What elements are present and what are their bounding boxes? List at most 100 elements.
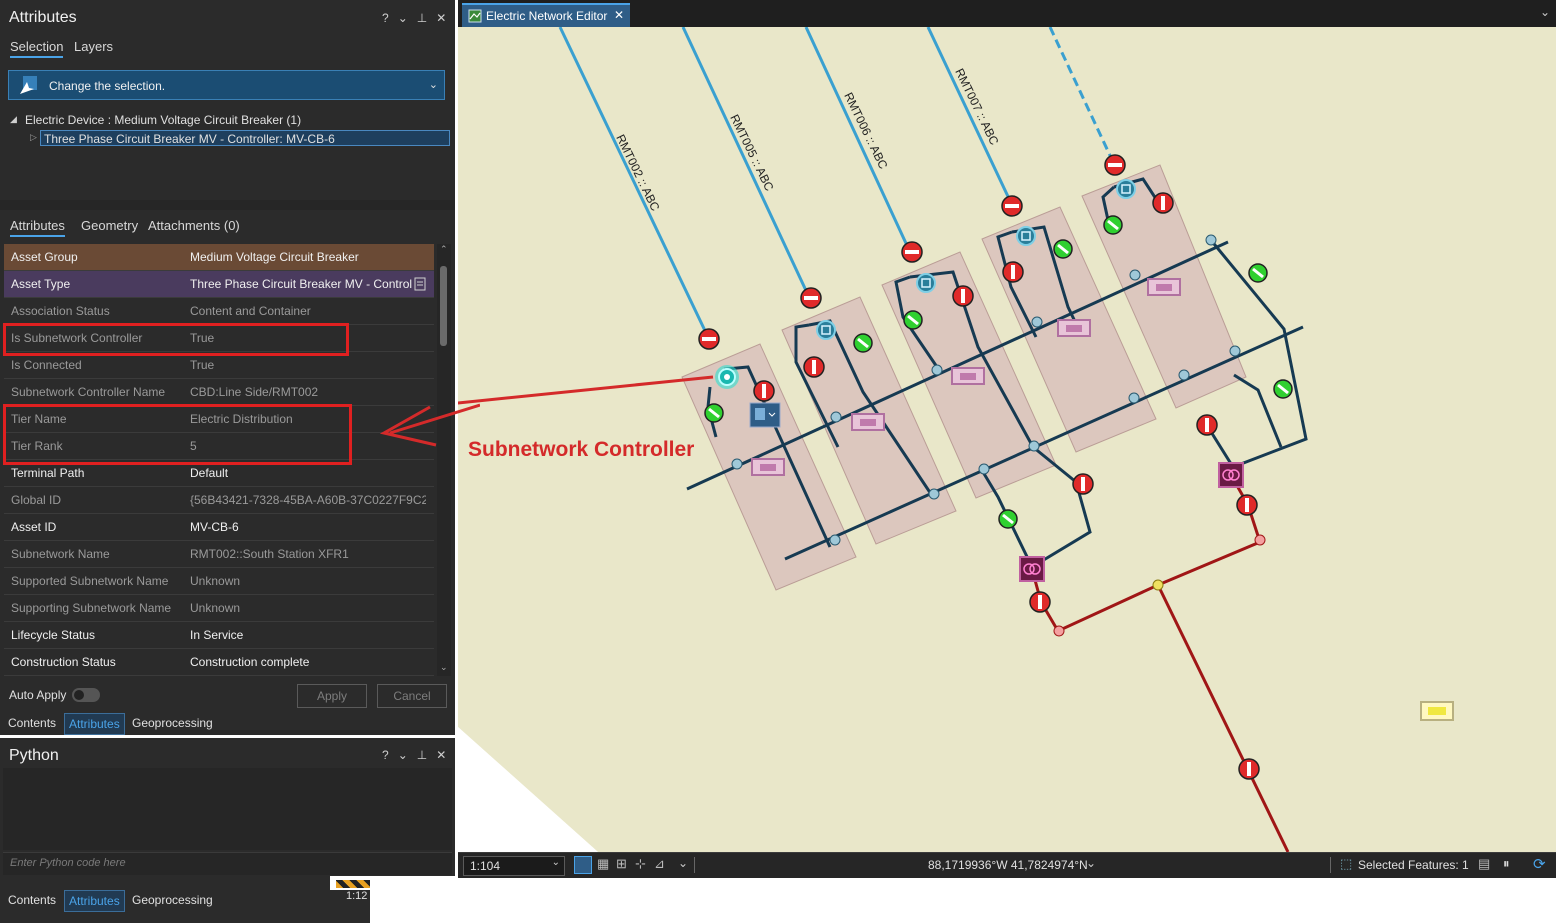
attribute-row-association-status[interactable]: Association Status Content and Container <box>4 298 434 325</box>
yellow-junction[interactable] <box>1152 579 1164 591</box>
apply-button[interactable]: Apply <box>297 684 367 708</box>
tab-geoprocessing[interactable]: Geoprocessing <box>128 713 217 733</box>
switch-closed-red[interactable] <box>1152 192 1174 214</box>
junction[interactable] <box>1028 440 1040 452</box>
close-tab-icon[interactable]: ✕ <box>614 8 624 22</box>
junction[interactable] <box>1129 269 1141 281</box>
correction-icon[interactable]: ⊿ <box>654 856 665 872</box>
field-value[interactable]: MV-CB-6 <box>190 514 426 540</box>
red-junction[interactable] <box>1254 534 1266 546</box>
breaker-open[interactable] <box>800 287 822 309</box>
subtype-edit-icon[interactable] <box>414 277 428 291</box>
breaker-open[interactable] <box>1104 154 1126 176</box>
attribute-row-asset-type[interactable]: Asset Type Three Phase Circuit Breaker M… <box>4 271 434 298</box>
junction[interactable] <box>1229 345 1241 357</box>
help-icon[interactable]: ? <box>382 11 389 25</box>
tab-selection[interactable]: Selection <box>10 39 64 58</box>
pause-icon[interactable]: ⏸ <box>1503 856 1510 872</box>
tab-geometry[interactable]: Geometry <box>81 218 138 233</box>
switch-closed-red[interactable] <box>1002 261 1024 283</box>
attribute-row-construction-status[interactable]: Construction Status Construction complet… <box>4 649 434 676</box>
map-canvas[interactable]: RMT002 :: ABC RMT005 :: ABC RMT006 :: AB… <box>458 27 1556 852</box>
breaker-open[interactable] <box>1001 195 1023 217</box>
switch-closed-red[interactable] <box>952 285 974 307</box>
tab-layers[interactable]: Layers <box>74 39 113 54</box>
switch-closed-red[interactable] <box>1196 414 1218 436</box>
field-value[interactable]: Medium Voltage Circuit Breaker <box>190 244 426 270</box>
auto-apply-toggle[interactable] <box>72 688 100 702</box>
chevron-down-icon[interactable]: ⌄ <box>398 11 408 25</box>
junction[interactable] <box>731 458 743 470</box>
attribute-row-subnetwork-name[interactable]: Subnetwork Name RMT002::South Station XF… <box>4 541 434 568</box>
switch-green[interactable] <box>1053 239 1073 259</box>
transformer[interactable] <box>1218 462 1244 488</box>
scrollbar-thumb[interactable] <box>440 266 447 346</box>
bay-device[interactable] <box>816 320 836 340</box>
tab-attributes[interactable]: Attributes <box>10 218 65 237</box>
selection-dropdown[interactable]: Change the selection. ⌄ <box>8 70 445 100</box>
junction[interactable] <box>978 463 990 475</box>
tab-contents[interactable]: Contents <box>4 713 60 733</box>
red-junction[interactable] <box>1053 625 1065 637</box>
attribute-row-asset-group[interactable]: Asset Group Medium Voltage Circuit Break… <box>4 244 434 271</box>
switch-closed-red[interactable] <box>753 380 775 402</box>
switch-closed-red[interactable] <box>1236 494 1258 516</box>
tab-attributes-bottom[interactable]: Attributes <box>64 890 125 912</box>
attribute-row-lifecycle-status[interactable]: Lifecycle Status In Service <box>4 622 434 649</box>
breaker-open[interactable] <box>901 241 923 263</box>
junction[interactable] <box>830 411 842 423</box>
attribute-row-supported-subnetwork-name[interactable]: Supported Subnetwork Name Unknown <box>4 568 434 595</box>
switch-green[interactable] <box>1248 263 1268 283</box>
tab-geoprocessing[interactable]: Geoprocessing <box>128 890 217 910</box>
transformer[interactable] <box>1019 556 1045 582</box>
map-tab[interactable]: Electric Network Editor ✕ <box>462 3 630 27</box>
junction[interactable] <box>829 534 841 546</box>
cancel-button[interactable]: Cancel <box>377 684 447 708</box>
tree-selected-item[interactable]: Three Phase Circuit Breaker MV - Control… <box>40 130 450 146</box>
field-value[interactable]: Construction complete <box>190 649 426 675</box>
scale-selector[interactable]: 1:104 ⌄ <box>463 856 565 876</box>
selected-controller[interactable] <box>715 365 739 389</box>
scroll-up-icon[interactable]: ⌃ <box>440 244 448 255</box>
attribute-row-global-id[interactable]: Global ID {56B43421-7328-45BA-A60B-37C02… <box>4 487 434 514</box>
yellow-marker[interactable] <box>1420 701 1454 721</box>
switch-closed-red[interactable] <box>1238 758 1260 780</box>
junction[interactable] <box>1031 316 1043 328</box>
switch-green[interactable] <box>704 403 724 423</box>
snap-icon[interactable]: ⊞ <box>616 856 627 872</box>
attribute-row-supporting-subnetwork-name[interactable]: Supporting Subnetwork Name Unknown <box>4 595 434 622</box>
selected-features-count[interactable]: Selected Features: 1 <box>1358 858 1469 872</box>
switch-green[interactable] <box>1273 379 1293 399</box>
switch-closed-red[interactable] <box>1072 473 1094 495</box>
switch-closed-red[interactable] <box>803 356 825 378</box>
help-icon[interactable]: ? <box>382 748 389 762</box>
field-value[interactable]: In Service <box>190 622 426 648</box>
switch-green[interactable] <box>998 509 1018 529</box>
chevron-down-icon[interactable]: ⌄ <box>678 856 688 870</box>
pin-icon[interactable]: ⊥ <box>417 11 427 25</box>
tab-attachments[interactable]: Attachments (0) <box>148 218 240 233</box>
switch-green[interactable] <box>903 310 923 330</box>
grid-toggle-icon[interactable] <box>574 856 592 874</box>
chevron-down-icon[interactable]: ⌄ <box>1540 5 1550 19</box>
refresh-icon[interactable]: ⟳ <box>1533 855 1546 873</box>
field-value[interactable]: Three Phase Circuit Breaker MV - Control… <box>190 271 412 297</box>
tree-collapse-icon[interactable]: ▷ <box>30 132 37 143</box>
bay-device[interactable] <box>1016 226 1036 246</box>
selection-chip[interactable] <box>749 402 781 428</box>
pin-icon[interactable]: ⊥ <box>417 748 427 762</box>
panel-splitter[interactable] <box>0 200 455 210</box>
grid-icon[interactable]: ▦ <box>597 856 609 872</box>
bay-device[interactable] <box>1116 179 1136 199</box>
table-icon[interactable]: ▤ <box>1478 856 1490 872</box>
junction[interactable] <box>931 364 943 376</box>
chevron-down-icon[interactable]: ⌄ <box>398 748 408 762</box>
switch-closed-red[interactable] <box>1029 591 1051 613</box>
scroll-down-icon[interactable]: ⌄ <box>440 662 448 673</box>
switch-green[interactable] <box>1103 215 1123 235</box>
tab-attributes-bottom[interactable]: Attributes <box>64 713 125 735</box>
bay-device[interactable] <box>916 273 936 293</box>
tree-group-label[interactable]: Electric Device : Medium Voltage Circuit… <box>25 113 301 127</box>
switch-green[interactable] <box>853 333 873 353</box>
python-input-field[interactable]: Enter Python code here <box>3 852 452 875</box>
